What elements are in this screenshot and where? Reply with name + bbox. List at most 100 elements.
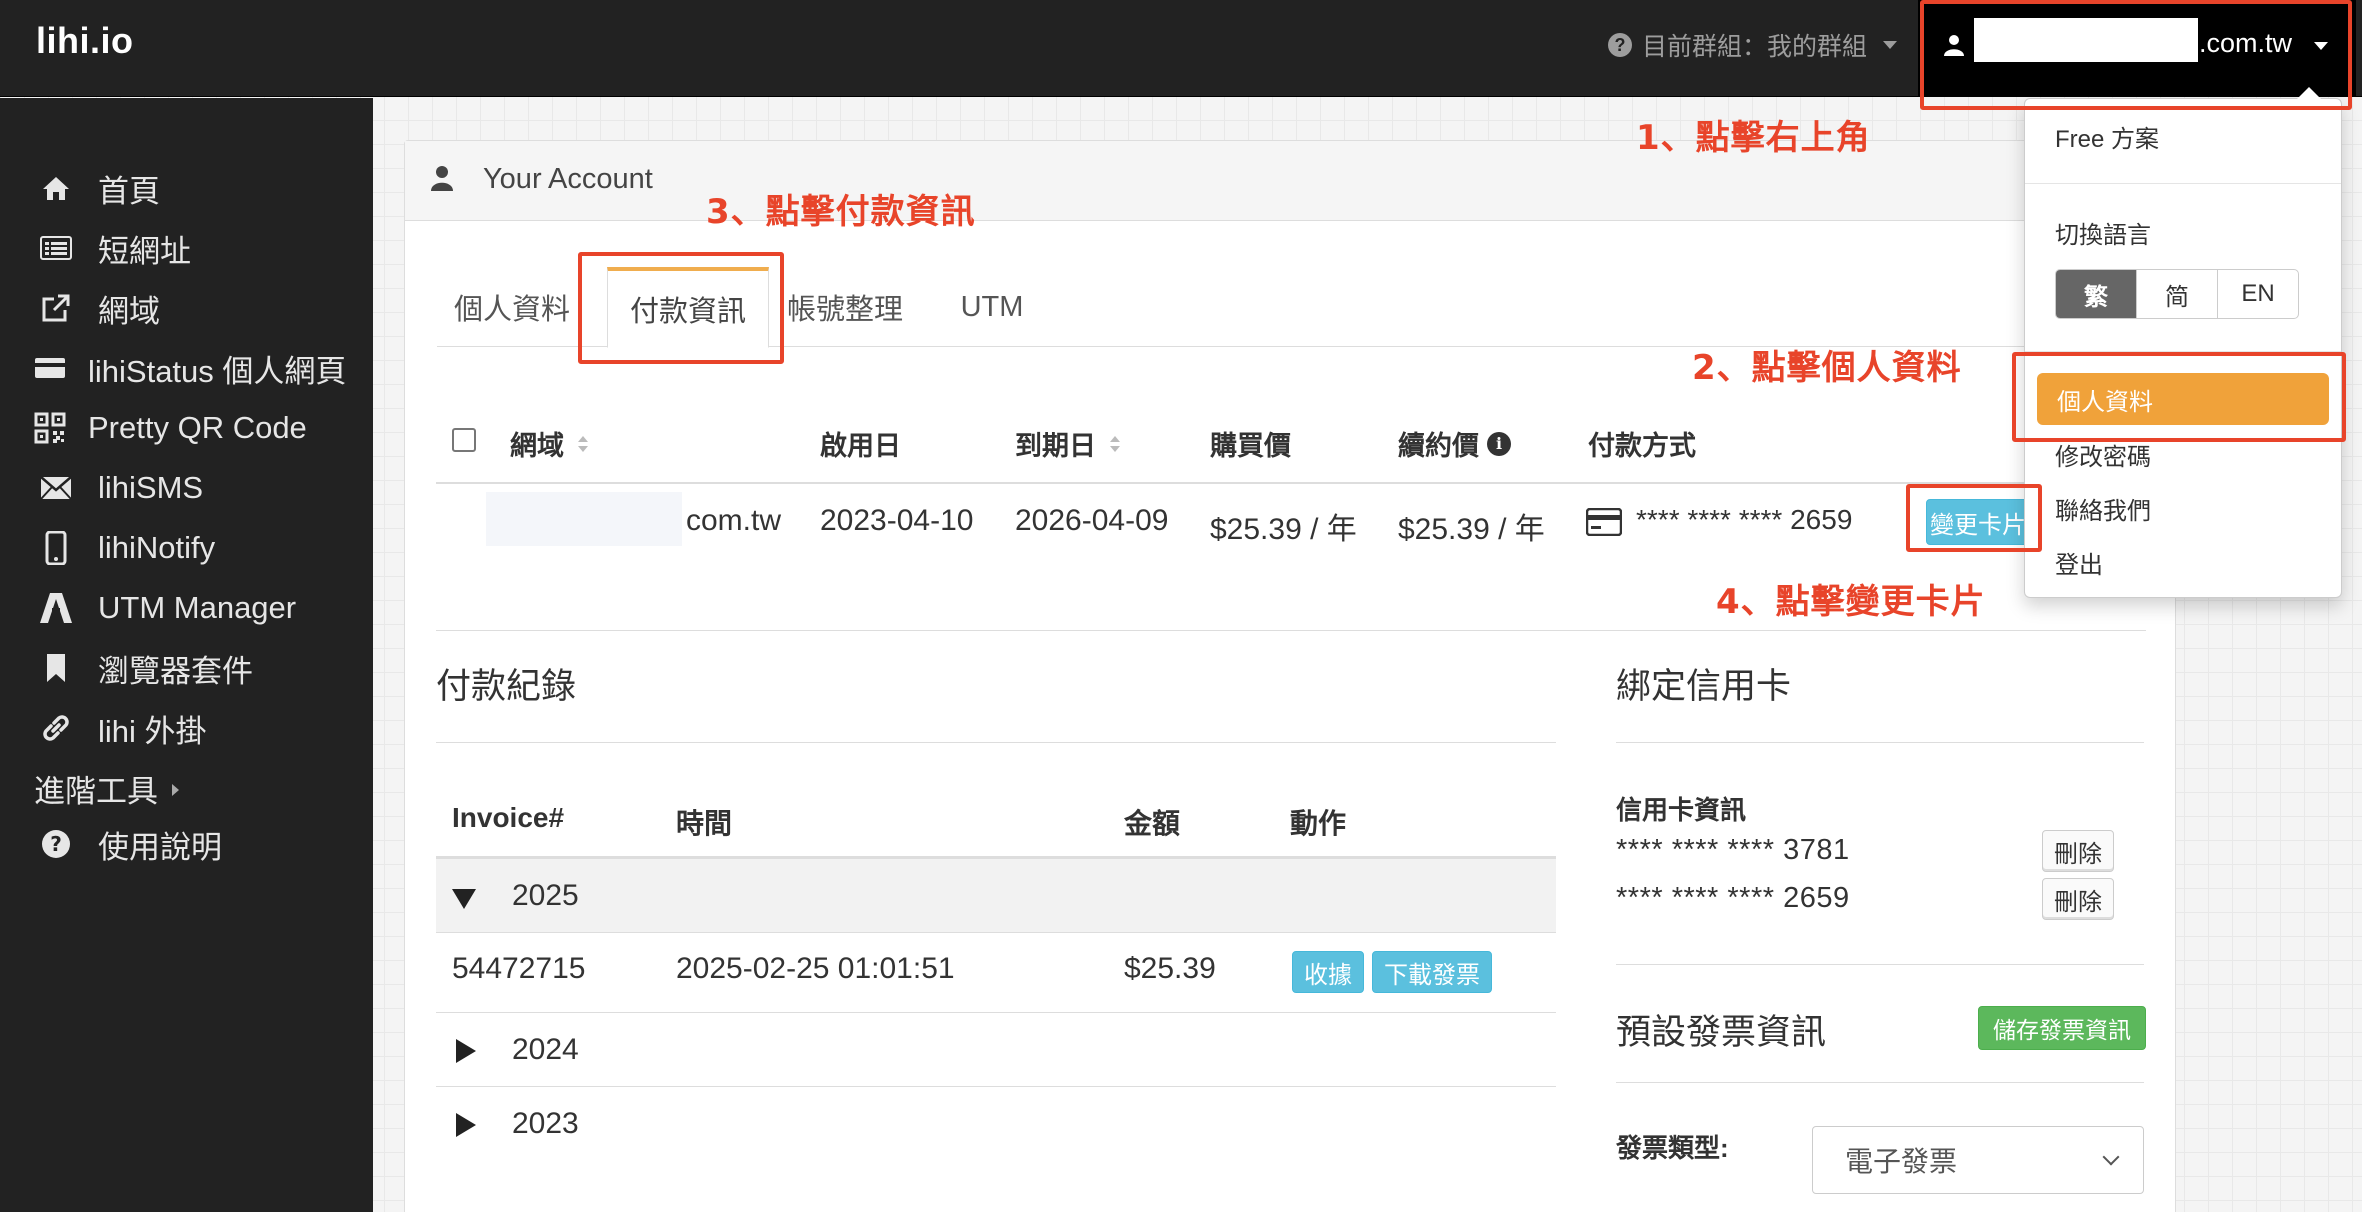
- sidebar: 首頁 短網址 網域 lihiStatus 個人網頁 Pretty QR Code…: [0, 98, 373, 1212]
- tab-utm[interactable]: UTM: [937, 267, 1047, 347]
- annotation-box-user-menu: [1920, 0, 2352, 110]
- utm-icon: [36, 588, 76, 628]
- chevron-down-icon: [2102, 1148, 2120, 1166]
- column-header-start-date: 啟用日: [820, 431, 901, 461]
- tab-profile[interactable]: 個人資料: [437, 267, 587, 347]
- sidebar-item-browser-extension[interactable]: 瀏覽器套件: [0, 638, 373, 698]
- annotation-box-change-card: [1906, 484, 2042, 552]
- year-row-2025[interactable]: 2025: [436, 858, 1556, 932]
- divider: [1616, 1082, 2144, 1083]
- invoice-settings-title: 預設發票資訊: [1616, 1013, 1827, 1052]
- year-row-2024[interactable]: 2024: [436, 1012, 1556, 1086]
- column-header-domain[interactable]: 網域: [510, 424, 588, 463]
- lang-traditional-button[interactable]: 繁: [2056, 270, 2137, 318]
- invoice-type-label: 發票類型:: [1616, 1133, 1729, 1163]
- sidebar-item-label: 瀏覽器套件: [98, 653, 253, 689]
- brand-logo[interactable]: lihi.io: [36, 20, 134, 62]
- invoice-type-select[interactable]: 電子發票: [1812, 1126, 2144, 1194]
- link-icon: [36, 708, 76, 748]
- annotation-box-profile: [2012, 352, 2346, 442]
- language-label: 切換語言: [2055, 222, 2151, 249]
- sidebar-item-label: lihiNotify: [98, 530, 216, 565]
- annotation-step-2: 2、點擊個人資料: [1692, 348, 1962, 388]
- lang-simplified-button[interactable]: 简: [2137, 270, 2218, 318]
- save-invoice-button[interactable]: 儲存發票資訊: [1978, 1006, 2146, 1050]
- sidebar-item-lihisms[interactable]: lihiSMS: [0, 458, 373, 518]
- column-header-invoice: Invoice#: [452, 802, 565, 833]
- svg-text:?: ?: [50, 832, 62, 856]
- column-header-time: 時間: [676, 808, 733, 839]
- menu-item-logout[interactable]: 登出: [2055, 545, 2103, 580]
- annotation-step-4: 4、點擊變更卡片: [1716, 582, 1986, 622]
- lang-english-button[interactable]: EN: [2218, 270, 2298, 318]
- info-icon[interactable]: i: [1487, 431, 1511, 456]
- sidebar-item-qrcode[interactable]: Pretty QR Code: [0, 398, 373, 458]
- page-title: Your Account: [483, 163, 653, 195]
- column-header-action: 動作: [1290, 808, 1347, 839]
- caret-right-icon: [456, 1113, 476, 1137]
- year-row-2023[interactable]: 2023: [436, 1086, 1556, 1160]
- column-header-expiry-date[interactable]: 到期日: [1015, 424, 1120, 463]
- annotation-step-1: 1、點擊右上角: [1636, 118, 1871, 158]
- divider: [436, 482, 2028, 484]
- invoice-time: 2025-02-25 01:01:51: [676, 952, 955, 985]
- divider: [436, 932, 1556, 933]
- group-selector[interactable]: ? 目前群組：我的群組: [1608, 28, 1898, 62]
- divider: [1616, 964, 2144, 965]
- sidebar-item-label: 首頁: [98, 173, 160, 209]
- sidebar-item-label: Pretty QR Code: [88, 410, 307, 445]
- invoice-number: 54472715: [452, 952, 586, 985]
- sidebar-item-label: lihi 外掛: [98, 713, 207, 749]
- sidebar-item-lihinotify[interactable]: lihiNotify: [0, 518, 373, 578]
- sidebar-item-label: 進階工具: [34, 773, 158, 809]
- card-number: **** **** **** 2659: [1616, 882, 1850, 914]
- envelope-icon: [36, 468, 76, 508]
- sidebar-item-label: 短網址: [98, 233, 191, 269]
- credit-card-icon: [1585, 507, 1623, 541]
- expiry-date-cell: 2026-04-09: [1015, 504, 1169, 537]
- card-number-cell: **** **** **** 2659: [1636, 504, 1853, 535]
- sidebar-item-utm-manager[interactable]: UTM Manager: [0, 578, 373, 638]
- sidebar-item-advanced-tools[interactable]: 進階工具: [0, 758, 373, 818]
- caret-right-icon: [456, 1039, 476, 1063]
- question-circle-icon: ?: [36, 824, 76, 864]
- list-icon: [36, 228, 76, 268]
- sidebar-item-plugin[interactable]: lihi 外掛: [0, 698, 373, 758]
- panel-heading: Your Account: [405, 141, 2175, 221]
- select-all-checkbox[interactable]: [452, 428, 476, 452]
- annotation-box-payment-tab: [578, 252, 784, 364]
- tab-account-cleanup[interactable]: 帳號整理: [775, 267, 915, 347]
- card-icon: [30, 348, 70, 388]
- divider: [1616, 742, 2144, 743]
- menu-item-contact[interactable]: 聯絡我們: [2055, 491, 2151, 526]
- sidebar-item-home[interactable]: 首頁: [0, 158, 373, 218]
- card-info-subtitle: 信用卡資訊: [1616, 795, 1747, 825]
- annotation-step-3: 3、點擊付款資訊: [706, 192, 976, 232]
- external-link-icon: [36, 288, 76, 328]
- receipt-button[interactable]: 收據: [1292, 951, 1364, 993]
- sidebar-item-lihistatus[interactable]: lihiStatus 個人網頁: [0, 338, 373, 398]
- domain-cell: com.tw: [686, 504, 782, 537]
- card-number: **** **** **** 3781: [1616, 834, 1850, 866]
- delete-card-button[interactable]: 刪除: [2042, 830, 2114, 872]
- sidebar-item-label: 網域: [98, 293, 160, 329]
- sidebar-item-help[interactable]: ? 使用說明: [0, 814, 373, 874]
- chevron-right-icon: [172, 784, 179, 796]
- download-invoice-button[interactable]: 下載發票: [1372, 951, 1492, 993]
- sidebar-item-domains[interactable]: 網域: [0, 278, 373, 338]
- plan-label: Free 方案: [2055, 126, 2160, 153]
- user-icon: [431, 165, 453, 191]
- payment-history-title: 付款紀錄: [436, 667, 577, 706]
- sidebar-item-short-urls[interactable]: 短網址: [0, 218, 373, 278]
- sidebar-item-label: lihiStatus 個人網頁: [88, 353, 347, 389]
- menu-item-change-password[interactable]: 修改密碼: [2055, 437, 2151, 472]
- sidebar-item-label: UTM Manager: [98, 590, 297, 625]
- divider: [436, 742, 1556, 743]
- home-icon: [36, 168, 76, 208]
- delete-card-button[interactable]: 刪除: [2042, 878, 2114, 920]
- redacted-domain: [486, 492, 682, 546]
- renewal-cell: $25.39 / 年: [1398, 513, 1545, 546]
- language-switch: 繁 简 EN: [2055, 269, 2299, 319]
- divider: [436, 630, 2146, 631]
- caret-down-icon: [452, 889, 476, 909]
